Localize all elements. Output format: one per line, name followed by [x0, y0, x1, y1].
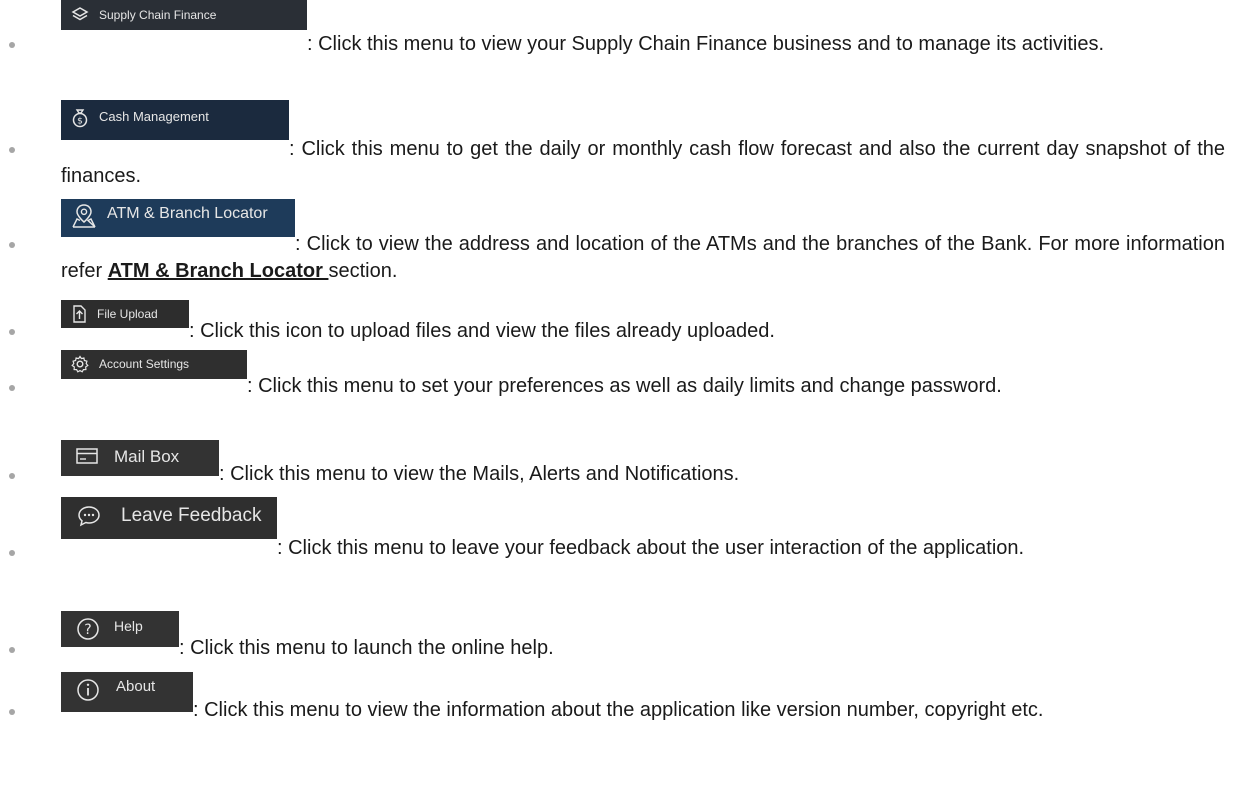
layers-icon: [71, 6, 89, 27]
bullet: [9, 550, 15, 556]
bullet: [9, 42, 15, 48]
atm-branch-locator-link[interactable]: ATM & Branch Locator: [108, 260, 329, 282]
item-description: : Click this icon to upload files and vi…: [189, 320, 775, 342]
menu-button-leave-feedback: Leave Feedback: [61, 497, 277, 539]
bullet: [9, 709, 15, 715]
item-description: : Click this menu to view your Supply Ch…: [307, 33, 1105, 55]
menu-label: Cash Management: [99, 109, 209, 124]
svg-text:$: $: [77, 117, 83, 127]
menu-label: Help: [114, 618, 143, 634]
menu-label: Leave Feedback: [121, 505, 262, 526]
bullet: [9, 242, 15, 248]
menu-label: ATM & Branch Locator: [107, 205, 268, 222]
item-description: : Click this menu to leave your feedback…: [277, 537, 1025, 559]
item-description: : Click this menu to view the Mails, Ale…: [219, 463, 740, 485]
item-description: : Click this menu to view the informatio…: [193, 699, 1044, 721]
item-description: : Click this menu to launch the online h…: [179, 637, 554, 659]
menu-button-supply-chain-finance: Supply Chain Finance: [61, 0, 307, 30]
item-description: : Click this menu to get the daily or mo…: [61, 138, 1225, 187]
menu-label: About: [116, 678, 156, 695]
bullet: [9, 147, 15, 153]
money-bag-icon: $: [71, 108, 89, 131]
bullet: [9, 473, 15, 479]
map-pin-icon: [71, 203, 97, 234]
bullet: [9, 329, 15, 335]
bullet: [9, 385, 15, 391]
chat-bubble-icon: [77, 505, 101, 533]
menu-label: Supply Chain Finance: [99, 8, 217, 22]
bullet: [9, 647, 15, 653]
menu-label: Account Settings: [99, 357, 190, 371]
menu-button-cash-management: $ Cash Management: [61, 100, 289, 140]
item-description: : Click this menu to set your preference…: [247, 375, 1002, 397]
item-description: : Click to view the address and location…: [61, 233, 1225, 282]
